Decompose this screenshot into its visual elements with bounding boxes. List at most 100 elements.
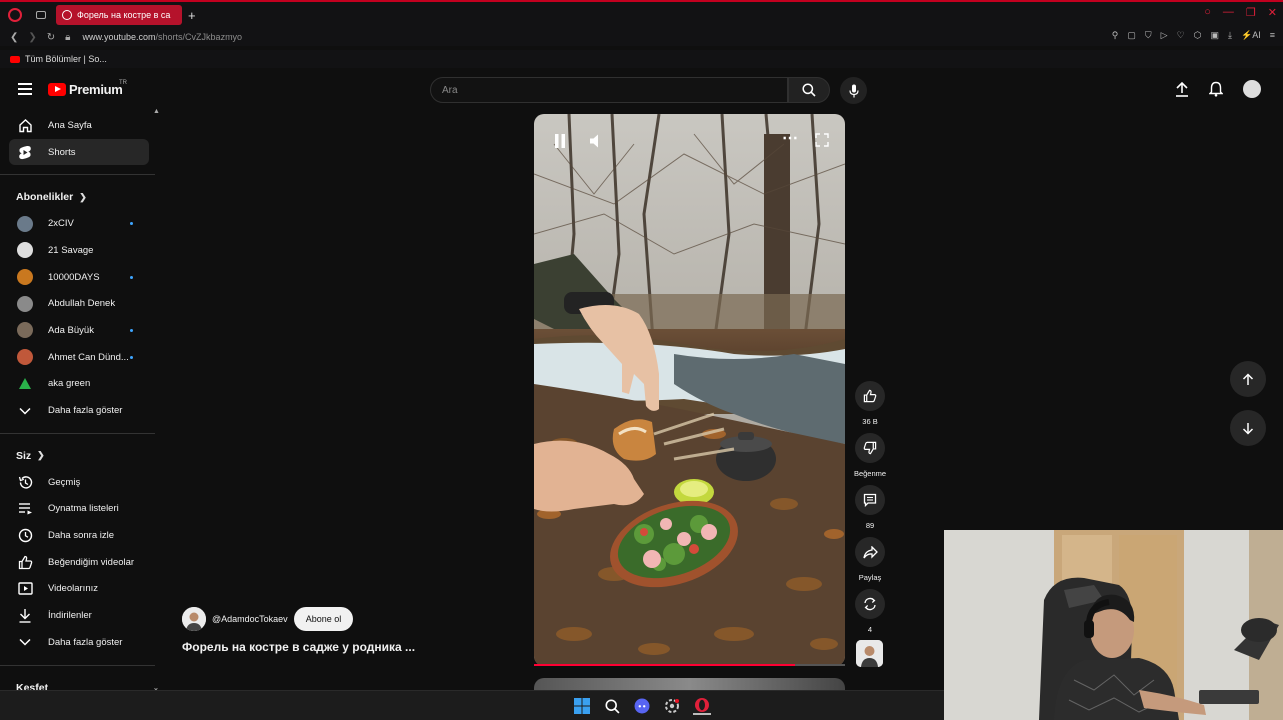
you-show-more[interactable]: Daha fazla göster xyxy=(0,629,158,656)
webcam-overlay xyxy=(944,530,1283,720)
close-window-button[interactable]: ✕ xyxy=(1268,6,1277,19)
explore-heading[interactable]: Keşfet ⌄ xyxy=(0,675,158,690)
browser-menu-icon[interactable]: ≡ xyxy=(1270,30,1275,41)
sidebar-subscription-item[interactable]: 21 Savage xyxy=(0,237,158,264)
sidebar-subscription-item[interactable]: Ada Büyük xyxy=(0,317,158,344)
sidebar-item-downloads[interactable]: İndirilenler xyxy=(0,602,158,629)
channel-name[interactable]: @AdamdocTokaev xyxy=(212,614,288,624)
sidebar-item-home[interactable]: Ana Sayfa xyxy=(0,112,158,139)
remix-button[interactable] xyxy=(855,589,885,619)
minimize-button[interactable]: — xyxy=(1223,6,1234,19)
search-input[interactable]: Ara xyxy=(430,77,788,103)
vpn-icon[interactable]: ⛉ xyxy=(1145,30,1152,41)
volume-icon[interactable] xyxy=(589,133,605,149)
browser-tab-active[interactable]: Форель на костре в са xyxy=(56,5,182,25)
like-button[interactable] xyxy=(855,381,885,411)
next-short-button[interactable] xyxy=(1230,410,1266,446)
search-tabs-icon[interactable]: ○ xyxy=(1204,6,1211,19)
upload-icon[interactable] xyxy=(1175,81,1189,97)
sound-thumbnail[interactable] xyxy=(856,640,883,667)
dislike-button[interactable] xyxy=(855,433,885,463)
more-options-icon[interactable]: ⋯ xyxy=(782,128,798,148)
aria-ai-button[interactable]: ⚡AI xyxy=(1241,30,1261,41)
channel-avatar xyxy=(17,349,33,366)
extensions-icon[interactable]: ⬡ xyxy=(1194,30,1202,41)
notifications-bell-icon[interactable] xyxy=(1209,81,1223,97)
sidebar-item-liked-videos[interactable]: Beğendiğim videolar xyxy=(0,549,158,576)
channel-avatar[interactable] xyxy=(182,607,206,631)
webcam-feed xyxy=(944,530,1283,720)
sidebar-subscription-item[interactable]: 10000DAYS xyxy=(0,264,158,291)
history-icon xyxy=(17,474,33,490)
short-title[interactable]: Форель на костре в садже у родника ... xyxy=(182,640,415,654)
you-heading[interactable]: Siz ❯ xyxy=(0,443,158,469)
download-icon[interactable]: ⤓ xyxy=(1228,30,1232,41)
comments-button[interactable] xyxy=(855,485,885,515)
bookmark-item[interactable]: Tüm Bölümler | So... xyxy=(25,54,107,64)
heart-icon[interactable]: ♡ xyxy=(1177,30,1185,41)
video-progress-bar[interactable] xyxy=(534,664,845,666)
pause-icon[interactable] xyxy=(553,133,567,149)
short-video-player[interactable] xyxy=(534,114,845,666)
settings-app-icon[interactable] xyxy=(663,697,681,715)
channel-avatar xyxy=(17,322,33,339)
video-icon xyxy=(17,581,33,597)
subscriptions-heading[interactable]: Abonelikler ❯ xyxy=(0,184,158,210)
sidebar-item-playlists[interactable]: Oynatma listeleri xyxy=(0,496,158,523)
sidebar-item-shorts[interactable]: Shorts xyxy=(9,138,149,166)
previous-short-button[interactable] xyxy=(1230,361,1266,397)
wallet-icon[interactable]: ▣ xyxy=(1211,30,1220,41)
comment-count: 89 xyxy=(865,521,875,530)
opera-browser-icon[interactable] xyxy=(693,697,711,715)
taskbar-search-icon[interactable] xyxy=(603,697,621,715)
new-tab-button[interactable]: + xyxy=(188,8,196,23)
forward-button[interactable]: ❯ xyxy=(28,32,36,43)
sidebar-item-label: Abdullah Denek xyxy=(48,298,116,310)
voice-search-button[interactable] xyxy=(840,77,867,104)
sidebar-subscription-item[interactable]: Ahmet Can Dünd... xyxy=(0,344,158,371)
sidebar-item-watch-later[interactable]: Daha sonra izle xyxy=(0,522,158,549)
explore-heading-label: Keşfet xyxy=(16,681,49,690)
sidebar-item-your-videos[interactable]: Videolarınız xyxy=(0,576,158,603)
channel-avatar-image xyxy=(182,607,206,631)
thumbs-down-icon xyxy=(863,441,877,455)
audio-icon[interactable] xyxy=(62,10,72,20)
download-icon xyxy=(17,608,33,624)
logo-text: Premium xyxy=(69,82,123,97)
sidebar-subscription-item[interactable]: 2xCIV xyxy=(0,210,158,237)
subscribe-button[interactable]: Abone ol xyxy=(293,607,354,631)
fullscreen-icon[interactable] xyxy=(815,133,829,147)
opera-menu-icon[interactable] xyxy=(8,8,22,22)
sidebar-subscription-item[interactable]: Abdullah Denek xyxy=(0,290,158,317)
tab-islands-icon[interactable] xyxy=(36,11,46,19)
windows-start-icon[interactable] xyxy=(573,697,591,715)
pin-icon[interactable]: ⚲ xyxy=(1112,30,1119,41)
discord-icon[interactable] xyxy=(633,697,651,715)
address-bar: ❮ ❯ ↻ 🔒︎ www.youtube.com/shorts/CvZJkbaz… xyxy=(0,28,1283,46)
reload-button[interactable]: ↻ xyxy=(47,32,55,43)
chevron-right-icon: ❯ xyxy=(37,450,45,461)
account-avatar[interactable] xyxy=(1243,80,1261,98)
maximize-button[interactable]: ❐ xyxy=(1246,6,1256,19)
share-button[interactable] xyxy=(855,537,885,567)
thumbs-up-icon xyxy=(863,389,877,403)
url-field[interactable]: www.youtube.com/shorts/CvZJkbazmyo xyxy=(83,32,243,42)
sidebar-item-label: Ada Büyük xyxy=(48,324,94,336)
sidebar-item-label: Geçmiş xyxy=(48,476,81,488)
new-content-dot xyxy=(130,222,133,226)
search-button[interactable] xyxy=(788,77,830,103)
player-icon[interactable]: ▷ xyxy=(1161,30,1168,41)
new-content-dot xyxy=(130,275,133,279)
sidebar-item-history[interactable]: Geçmiş xyxy=(0,469,158,496)
scroll-up-arrow-icon[interactable]: ▲ xyxy=(153,108,160,115)
subscriptions-show-more[interactable]: Daha fazla göster xyxy=(0,397,158,424)
back-button[interactable]: ❮ xyxy=(10,32,18,43)
menu-icon[interactable] xyxy=(18,83,32,95)
share-action: Paylaş xyxy=(851,537,889,582)
remix-icon xyxy=(864,597,876,611)
sidebar-item-label: 2xCIV xyxy=(48,218,74,230)
youtube-logo[interactable]: Premium TR xyxy=(48,80,127,97)
sidebar-subscription-item[interactable]: aka green xyxy=(0,371,158,398)
snapshot-icon[interactable]: ▢ xyxy=(1127,30,1136,41)
next-short-preview[interactable] xyxy=(534,678,845,690)
